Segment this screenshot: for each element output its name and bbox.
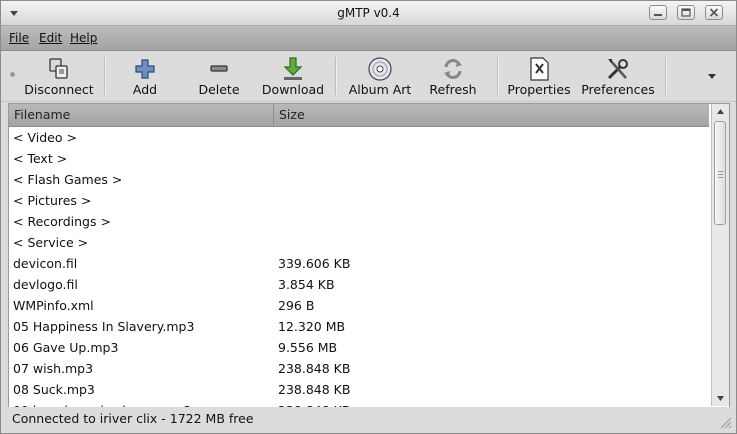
column-size[interactable]: Size (274, 104, 709, 126)
size-cell: 12.320 MB (278, 319, 346, 334)
table-row[interactable]: devicon.fil 339.606 KB (9, 253, 709, 274)
size-cell: 296 B (278, 298, 315, 313)
scroll-down-icon[interactable] (712, 390, 729, 406)
title-bar[interactable]: gMTP v0.4 (1, 1, 736, 26)
delete-button[interactable]: Delete (189, 54, 249, 98)
refresh-icon (444, 59, 462, 79)
size-cell: 238.848 KB (278, 382, 351, 397)
album-art-icon (368, 57, 392, 81)
preferences-label: Preferences (581, 82, 655, 97)
album-art-button[interactable]: Album Art (345, 54, 415, 98)
table-row[interactable]: 05 Happiness In Slavery.mp3 12.320 MB (9, 316, 709, 337)
menu-help[interactable]: Help (70, 31, 97, 45)
disconnect-icon (49, 58, 68, 79)
size-cell: 9.556 MB (278, 340, 338, 355)
table-row[interactable]: < Pictures > (9, 190, 709, 211)
download-icon (283, 57, 303, 80)
table-row[interactable]: < Video > (9, 127, 709, 148)
toolbar-separator (665, 57, 667, 95)
filename-cell: < Text > (13, 151, 68, 166)
column-filename[interactable]: Filename (9, 104, 274, 126)
table-row[interactable]: devlogo.fil 3.854 KB (9, 274, 709, 295)
filename-cell: < Flash Games > (13, 172, 123, 187)
size-cell: 238.848 KB (278, 361, 351, 376)
scroll-up-icon[interactable] (712, 104, 729, 120)
menu-help-label: Help (70, 31, 98, 45)
main-window: gMTP v0.4 File Edit Help Disconnect Add … (0, 0, 737, 434)
table-row[interactable]: 08 Suck.mp3 238.848 KB (9, 379, 709, 400)
add-icon (135, 59, 155, 79)
preferences-button[interactable]: Preferences (579, 54, 657, 98)
refresh-label: Refresh (429, 82, 477, 97)
file-list-header: Filename Size (9, 104, 709, 127)
download-label: Download (261, 82, 325, 97)
preferences-icon (607, 59, 628, 80)
delete-label: Delete (198, 82, 240, 97)
delete-icon (210, 65, 228, 72)
properties-label: Properties (507, 82, 571, 97)
maximize-button[interactable] (677, 5, 695, 20)
menu-bar: File Edit Help (1, 26, 736, 51)
filename-cell: < Recordings > (13, 214, 111, 229)
table-row[interactable]: < Text > (9, 148, 709, 169)
filename-cell: < Video > (13, 130, 77, 145)
filename-cell: WMPinfo.xml (13, 298, 94, 313)
properties-button[interactable]: Properties (505, 54, 573, 98)
refresh-button[interactable]: Refresh (421, 54, 485, 98)
table-row[interactable]: WMPinfo.xml 296 B (9, 295, 709, 316)
toolbar-overflow-icon[interactable] (707, 73, 717, 81)
menu-edit-label: Edit (39, 31, 63, 45)
resize-grip-icon[interactable] (718, 415, 732, 429)
menu-file-label: File (9, 31, 30, 45)
close-icon (709, 8, 719, 17)
filename-cell: < Pictures > (13, 193, 92, 208)
minimize-icon (654, 14, 662, 16)
toolbar-separator (104, 57, 106, 95)
toolbar-separator (335, 57, 337, 95)
table-row[interactable]: 07 wish.mp3 238.848 KB (9, 358, 709, 379)
disconnect-button[interactable]: Disconnect (19, 54, 99, 98)
filename-cell: 05 Happiness In Slavery.mp3 (13, 319, 195, 334)
scroll-thumb[interactable] (714, 121, 726, 225)
size-cell: 339.606 KB (278, 256, 351, 271)
filename-cell: devicon.fil (13, 256, 78, 271)
window-title: gMTP v0.4 (337, 6, 400, 20)
disconnect-label: Disconnect (24, 82, 94, 97)
status-bar: Connected to iriver clix - 1722 MB free (1, 407, 736, 433)
size-cell: 3.854 KB (278, 277, 335, 292)
download-button[interactable]: Download (257, 54, 329, 98)
toolbar-grip[interactable] (10, 72, 15, 77)
properties-icon (530, 57, 549, 81)
filename-cell: < Service > (13, 235, 89, 250)
maximize-icon (681, 8, 691, 17)
album-art-label: Album Art (348, 82, 412, 97)
vertical-scrollbar[interactable] (711, 104, 729, 406)
toolbar-separator (497, 57, 499, 95)
close-button[interactable] (705, 5, 723, 20)
table-row[interactable]: < Recordings > (9, 211, 709, 232)
minimize-button[interactable] (649, 5, 667, 20)
filename-cell: devlogo.fil (13, 277, 78, 292)
toolbar: Disconnect Add Delete Download Album Art… (1, 51, 736, 102)
file-list-rows: < Video > < Text > < Flash Games > < Pictur… (9, 127, 709, 408)
filename-cell: 06 Gave Up.mp3 (13, 340, 119, 355)
table-row[interactable]: 06 Gave Up.mp3 9.556 MB (9, 337, 709, 358)
filename-cell: 07 wish.mp3 (13, 361, 94, 376)
add-label: Add (132, 82, 158, 97)
status-text: Connected to iriver clix - 1722 MB free (12, 411, 254, 426)
table-row[interactable]: < Flash Games > (9, 169, 709, 190)
add-button[interactable]: Add (115, 54, 175, 98)
file-list[interactable]: Filename Size < Video > < Text > < Flash G… (8, 103, 730, 409)
menu-edit[interactable]: Edit (39, 31, 62, 45)
table-row[interactable]: < Service > (9, 232, 709, 253)
menu-file[interactable]: File (9, 31, 29, 45)
filename-cell: 08 Suck.mp3 (13, 382, 95, 397)
